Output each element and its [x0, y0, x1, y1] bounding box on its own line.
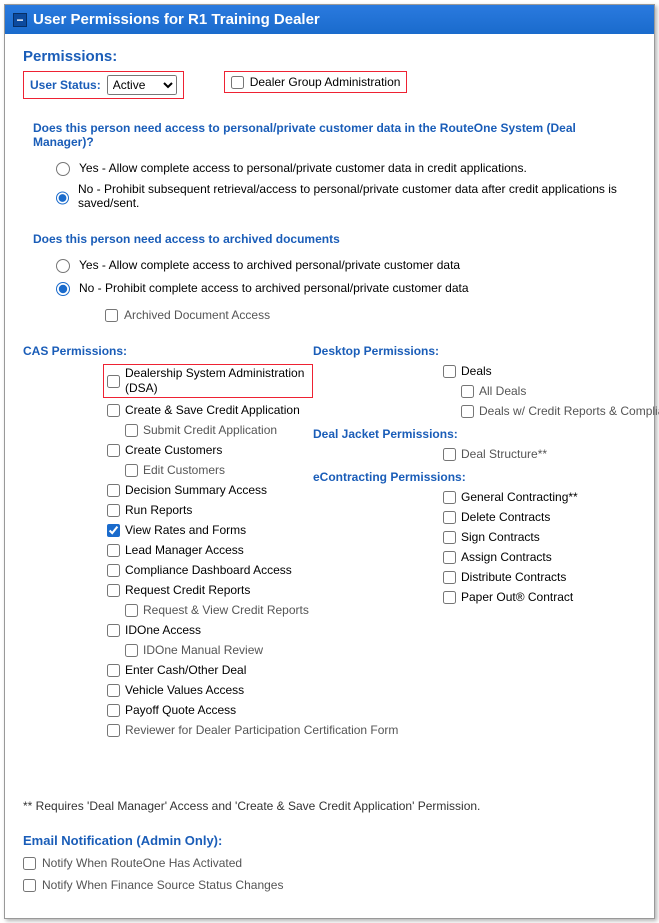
idone-manual-checkbox[interactable]	[125, 644, 138, 657]
lead-mgr-checkbox[interactable]	[107, 544, 120, 557]
vehicle-values-checkbox[interactable]	[107, 684, 120, 697]
q2-yes-radio[interactable]	[56, 259, 70, 273]
edit-cust-checkbox[interactable]	[125, 464, 138, 477]
delete-contracts-checkbox[interactable]	[443, 511, 456, 524]
reviewer-checkbox[interactable]	[107, 724, 120, 737]
req-credit-checkbox[interactable]	[107, 584, 120, 597]
run-reports-label: Run Reports	[125, 503, 192, 518]
enter-cash-label: Enter Cash/Other Deal	[125, 663, 246, 678]
deals-credit-label: Deals w/ Credit Reports & Compliance	[479, 404, 659, 419]
distribute-contracts-label: Distribute Contracts	[461, 570, 566, 585]
sign-contracts-label: Sign Contracts	[461, 530, 540, 545]
q2-heading: Does this person need access to archived…	[33, 232, 636, 246]
user-status-label: User Status:	[30, 78, 101, 92]
q2-no-row[interactable]: No - Prohibit complete access to archive…	[51, 279, 636, 296]
create-save-checkbox[interactable]	[107, 404, 120, 417]
assign-contracts-label: Assign Contracts	[461, 550, 552, 565]
submit-label: Submit Credit Application	[143, 423, 277, 438]
archived-doc-checkbox[interactable]	[105, 309, 118, 322]
archived-doc-label: Archived Document Access	[124, 308, 270, 322]
deal-structure-checkbox[interactable]	[443, 448, 456, 461]
q1-yes-radio[interactable]	[56, 162, 70, 176]
compliance-checkbox[interactable]	[107, 564, 120, 577]
desktop-heading: Desktop Permissions:	[313, 344, 659, 358]
notify-finsource-checkbox[interactable]	[23, 879, 36, 892]
distribute-contracts-checkbox[interactable]	[443, 571, 456, 584]
q1-yes-label: Yes - Allow complete access to personal/…	[79, 161, 527, 175]
q2-no-radio[interactable]	[56, 282, 70, 296]
req-view-checkbox[interactable]	[125, 604, 138, 617]
decision-label: Decision Summary Access	[125, 483, 267, 498]
permissions-heading: Permissions:	[23, 48, 636, 65]
create-save-label: Create & Save Credit Application	[125, 403, 300, 418]
notify-activated-checkbox[interactable]	[23, 857, 36, 870]
deal-structure-label: Deal Structure**	[461, 447, 547, 462]
user-status-select[interactable]: Active	[107, 75, 177, 95]
payoff-label: Payoff Quote Access	[125, 703, 236, 718]
submit-checkbox[interactable]	[125, 424, 138, 437]
delete-contracts-label: Delete Contracts	[461, 510, 550, 525]
sign-contracts-checkbox[interactable]	[443, 531, 456, 544]
view-rates-label: View Rates and Forms	[125, 523, 246, 538]
user-status-box: User Status: Active	[23, 71, 184, 99]
general-contracting-label: General Contracting**	[461, 490, 578, 505]
enter-cash-checkbox[interactable]	[107, 664, 120, 677]
dealer-group-admin-box: Dealer Group Administration	[224, 71, 408, 93]
email-heading: Email Notification (Admin Only):	[23, 833, 636, 848]
deals-checkbox[interactable]	[443, 365, 456, 378]
permissions-panel: − User Permissions for R1 Training Deale…	[4, 4, 655, 919]
dealer-group-admin-label: Dealer Group Administration	[250, 75, 401, 89]
deals-label: Deals	[461, 364, 492, 379]
vehicle-values-label: Vehicle Values Access	[125, 683, 244, 698]
assign-contracts-checkbox[interactable]	[443, 551, 456, 564]
q2-yes-label: Yes - Allow complete access to archived …	[79, 258, 460, 272]
all-deals-checkbox[interactable]	[461, 385, 474, 398]
notify-activated-label: Notify When RouteOne Has Activated	[42, 856, 242, 870]
dsa-checkbox[interactable]	[107, 375, 120, 388]
q1-yes-row[interactable]: Yes - Allow complete access to personal/…	[51, 159, 636, 176]
deal-jacket-heading: Deal Jacket Permissions:	[313, 427, 659, 441]
q1-no-label: No - Prohibit subsequent retrieval/acces…	[78, 182, 636, 210]
title-bar: − User Permissions for R1 Training Deale…	[5, 5, 654, 34]
q2-no-label: No - Prohibit complete access to archive…	[79, 281, 469, 295]
req-view-label: Request & View Credit Reports	[143, 603, 309, 618]
collapse-icon[interactable]: −	[13, 13, 27, 27]
econ-heading: eContracting Permissions:	[313, 470, 659, 484]
view-rates-checkbox[interactable]	[107, 524, 120, 537]
all-deals-label: All Deals	[479, 384, 526, 399]
dsa-highlight: Dealership System Administration (DSA)	[103, 364, 313, 398]
idone-label: IDOne Access	[125, 623, 201, 638]
idone-checkbox[interactable]	[107, 624, 120, 637]
decision-checkbox[interactable]	[107, 484, 120, 497]
general-contracting-checkbox[interactable]	[443, 491, 456, 504]
idone-manual-label: IDOne Manual Review	[143, 643, 263, 658]
q1-no-row[interactable]: No - Prohibit subsequent retrieval/acces…	[51, 182, 636, 210]
paper-out-checkbox[interactable]	[443, 591, 456, 604]
deals-credit-checkbox[interactable]	[461, 405, 474, 418]
dealer-group-admin-checkbox[interactable]	[231, 76, 244, 89]
notify-finsource-label: Notify When Finance Source Status Change…	[42, 878, 283, 892]
req-credit-label: Request Credit Reports	[125, 583, 250, 598]
dsa-label: Dealership System Administration (DSA)	[125, 366, 309, 396]
panel-title: User Permissions for R1 Training Dealer	[33, 11, 320, 28]
compliance-label: Compliance Dashboard Access	[125, 563, 292, 578]
create-cust-label: Create Customers	[125, 443, 222, 458]
cas-heading: CAS Permissions:	[23, 344, 313, 358]
payoff-checkbox[interactable]	[107, 704, 120, 717]
create-cust-checkbox[interactable]	[107, 444, 120, 457]
paper-out-label: Paper Out® Contract	[461, 590, 573, 605]
edit-cust-label: Edit Customers	[143, 463, 225, 478]
footnote: ** Requires 'Deal Manager' Access and 'C…	[23, 799, 636, 813]
q1-no-radio[interactable]	[56, 191, 69, 205]
lead-mgr-label: Lead Manager Access	[125, 543, 244, 558]
q1-heading: Does this person need access to personal…	[33, 121, 636, 149]
run-reports-checkbox[interactable]	[107, 504, 120, 517]
q2-yes-row[interactable]: Yes - Allow complete access to archived …	[51, 256, 636, 273]
